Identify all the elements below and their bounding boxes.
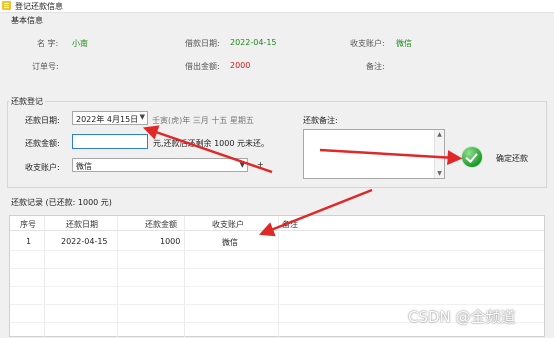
name-value: 小南 <box>72 39 88 48</box>
amount-label: 借出金额: <box>185 62 220 71</box>
col-header-remark[interactable]: 备注 <box>282 219 298 230</box>
basic-info-title: 基本信息 <box>9 15 45 26</box>
account-label: 收支账户: <box>25 163 60 172</box>
col-header-index[interactable]: 序号 <box>20 219 36 230</box>
add-account-button[interactable]: + <box>257 160 264 169</box>
chevron-down-icon[interactable]: ▼ <box>240 161 245 169</box>
repay-remark-textarea[interactable]: ▲ ▼ <box>303 129 445 179</box>
watermark: CSDN @全频道 <box>408 308 516 326</box>
repay-group-title: 还款登记 <box>9 96 45 107</box>
records-header: 序号 还款日期 还款金额 收支账户 备注 <box>10 216 544 231</box>
borrow-date-value: 2022-04-15 <box>230 38 277 47</box>
repay-date-value: 2022年 4月15日 <box>76 115 139 124</box>
window-title: 登记还款信息 <box>15 2 63 11</box>
lunar-date-text: 壬寅(虎)年 三月 十五 星期五 <box>152 116 254 125</box>
column-divider <box>278 216 279 338</box>
pay-account-label: 收支账户: <box>350 39 385 48</box>
account-select-value: 微信 <box>76 162 92 171</box>
cell-account: 微信 <box>222 238 238 247</box>
remark-scrollbar[interactable]: ▲ ▼ <box>434 130 444 178</box>
repayment-window: 登记还款信息 基本信息 名 字: 小南 借款日期: 2022-04-15 收支账… <box>0 0 554 338</box>
row-divider <box>10 286 544 287</box>
repay-date-picker[interactable]: 2022年 4月15日 ▼ <box>72 111 148 125</box>
records-title: 还款记录 (已还款: 1000 元) <box>9 197 114 208</box>
column-divider <box>184 216 185 338</box>
row-divider <box>10 304 544 305</box>
repay-date-label: 还款日期: <box>25 116 60 125</box>
account-select[interactable]: 微信 ▼ <box>72 158 248 172</box>
repay-amount-hint: 元,还款后还剩余 1000 元未还。 <box>153 139 269 148</box>
order-label: 订单号: <box>32 62 59 71</box>
app-icon <box>2 1 11 10</box>
chevron-down-icon[interactable]: ▼ <box>140 113 145 121</box>
row-divider <box>10 250 544 251</box>
title-bar: 登记还款信息 <box>0 0 554 13</box>
row-divider <box>10 268 544 269</box>
repay-amount-input[interactable] <box>72 134 148 149</box>
confirm-repay-label: 确定还款 <box>496 154 528 163</box>
check-icon <box>462 147 482 167</box>
cell-amount: 1000 <box>160 237 181 246</box>
col-header-date[interactable]: 还款日期 <box>66 219 98 230</box>
borrow-date-label: 借款日期: <box>185 39 220 48</box>
col-header-account[interactable]: 收支账户 <box>212 219 244 230</box>
scroll-down-icon[interactable]: ▼ <box>435 169 444 178</box>
amount-value: 2000 <box>230 61 251 70</box>
repay-amount-label: 还款金额: <box>25 139 60 148</box>
col-header-amount[interactable]: 还款金额 <box>145 219 177 230</box>
name-label: 名 字: <box>37 39 59 48</box>
confirm-repay-button[interactable]: 确定还款 <box>462 145 534 171</box>
cell-date: 2022-04-15 <box>61 237 108 246</box>
cell-index: 1 <box>26 237 32 246</box>
pay-account-value: 微信 <box>396 39 412 48</box>
repay-remark-label: 还款备注: <box>303 116 338 125</box>
remark-label: 备注: <box>366 62 385 71</box>
scroll-up-icon[interactable]: ▲ <box>435 130 444 139</box>
column-divider <box>44 216 45 338</box>
column-divider <box>117 216 118 338</box>
